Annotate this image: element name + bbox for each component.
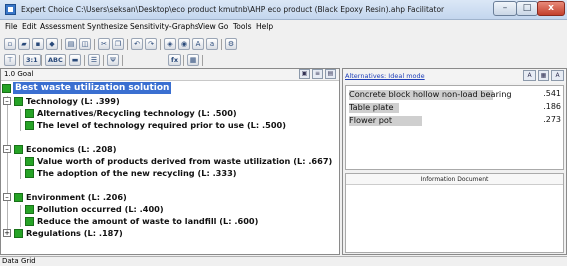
- menu-view[interactable]: View: [198, 22, 216, 31]
- print-icon[interactable]: ▤: [65, 38, 77, 50]
- verbal-assessment-button[interactable]: ABC: [45, 54, 66, 66]
- node-path-label: 1.0 Goal: [4, 70, 34, 78]
- ideal-mode-link[interactable]: Alternatives: Ideal mode: [345, 72, 425, 80]
- cut-icon[interactable]: ✂: [98, 38, 110, 50]
- menu-edit[interactable]: Edit: [22, 22, 37, 31]
- insert-sibling-icon[interactable]: ◉: [178, 38, 190, 50]
- grid-icon[interactable]: ▦: [538, 70, 549, 81]
- expander-icon[interactable]: –: [3, 145, 11, 153]
- formula-button[interactable]: fx: [168, 54, 182, 66]
- window-title: Expert Choice C:\Users\seksan\Desktop\ec…: [21, 5, 445, 14]
- tree-header: 1.0 Goal ▣ ≡ ▤: [1, 69, 339, 81]
- alternative-row[interactable]: Table plate .186: [349, 102, 561, 114]
- menu-help[interactable]: Help: [256, 22, 273, 31]
- sort-icon[interactable]: ≡: [312, 69, 323, 79]
- alternative-name: Table plate: [349, 102, 394, 112]
- undo-icon[interactable]: ↶: [131, 38, 143, 50]
- menu-bar: File Edit Assessment Synthesize Sensitiv…: [0, 20, 567, 35]
- menu-assessment[interactable]: Assessment: [40, 22, 85, 31]
- alternative-row[interactable]: Concrete block hollow non-load bearing .…: [349, 89, 561, 101]
- toolbar-assessment: ⊤ 3:1 ABC ▬ ☰ Ψ fx ▦: [0, 52, 567, 69]
- questionnaire-icon[interactable]: ☰: [88, 54, 100, 66]
- font-size-icon[interactable]: A: [523, 70, 536, 81]
- maximize-button[interactable]: □: [516, 1, 538, 16]
- numerical-assessment-button[interactable]: 3:1: [23, 54, 41, 66]
- expander-icon[interactable]: –: [3, 193, 11, 201]
- text-format-icon[interactable]: A: [551, 70, 564, 81]
- print-setup-icon[interactable]: ◆: [46, 38, 58, 50]
- new-file-icon[interactable]: ▫: [4, 38, 16, 50]
- data-grid-icon[interactable]: ▦: [187, 54, 199, 66]
- alternative-priority: .273: [543, 115, 561, 124]
- alternative-row[interactable]: Flower pot .273: [349, 115, 561, 127]
- alternative-priority: .541: [543, 89, 561, 98]
- tree-view: Best waste utilization solution – Techno…: [1, 82, 339, 255]
- alternatives-pane: Alternatives: Ideal mode A ▦ A Concrete …: [342, 68, 567, 255]
- information-document-title: Information Document: [346, 174, 563, 185]
- copy-icon[interactable]: ❐: [112, 38, 124, 50]
- insert-child-icon[interactable]: ◈: [164, 38, 176, 50]
- information-document[interactable]: Information Document: [345, 173, 564, 253]
- menu-file[interactable]: File: [5, 22, 18, 31]
- expander-icon[interactable]: +: [3, 229, 11, 237]
- status-bar: Data Grid: [0, 256, 567, 266]
- alternative-name: Flower pot: [349, 115, 393, 125]
- app-icon: [5, 4, 16, 15]
- pane-toggle-icon[interactable]: ▤: [325, 69, 336, 79]
- menu-sensitivity-graphs[interactable]: Sensitivity-Graphs: [130, 22, 199, 31]
- font-smaller-icon[interactable]: a: [206, 38, 218, 50]
- model-tree-pane: 1.0 Goal ▣ ≡ ▤ Best waste utilization so…: [0, 68, 340, 255]
- alternatives-list: Concrete block hollow non-load bearing .…: [345, 85, 564, 170]
- font-larger-icon[interactable]: A: [192, 38, 204, 50]
- title-bar: Expert Choice C:\Users\seksan\Desktop\ec…: [0, 0, 567, 20]
- goal-label: Best waste utilization solution: [13, 82, 172, 94]
- alternative-name: Concrete block hollow non-load bearing: [349, 89, 512, 99]
- status-text: Data Grid: [2, 257, 36, 265]
- goal-icon[interactable]: ⊤: [4, 54, 16, 66]
- menu-synthesize[interactable]: Synthesize: [87, 22, 128, 31]
- alternative-priority: .186: [543, 102, 561, 111]
- save-icon[interactable]: ▪: [32, 38, 44, 50]
- tree-view-icon[interactable]: Ψ: [107, 54, 119, 66]
- graphical-assessment-icon[interactable]: ▬: [69, 54, 81, 66]
- print-preview-icon[interactable]: ◫: [79, 38, 91, 50]
- expander-icon[interactable]: –: [3, 97, 11, 105]
- redo-icon[interactable]: ↷: [145, 38, 157, 50]
- alternatives-header: Alternatives: Ideal mode A ▦ A: [343, 69, 566, 83]
- menu-tools[interactable]: Tools: [233, 22, 251, 31]
- minimize-button[interactable]: –: [493, 1, 517, 16]
- tools-icon[interactable]: ⚙: [225, 38, 237, 50]
- open-folder-icon[interactable]: ▰: [18, 38, 30, 50]
- menu-go[interactable]: Go: [218, 22, 228, 31]
- tree-view-toggle-icon[interactable]: ▣: [299, 69, 310, 79]
- close-button[interactable]: x: [537, 1, 565, 16]
- toolbar-main: ▫ ▰ ▪ ◆ ▤ ◫ ✂ ❐ ↶ ↷ ◈ ◉ A a ⚙: [0, 36, 567, 53]
